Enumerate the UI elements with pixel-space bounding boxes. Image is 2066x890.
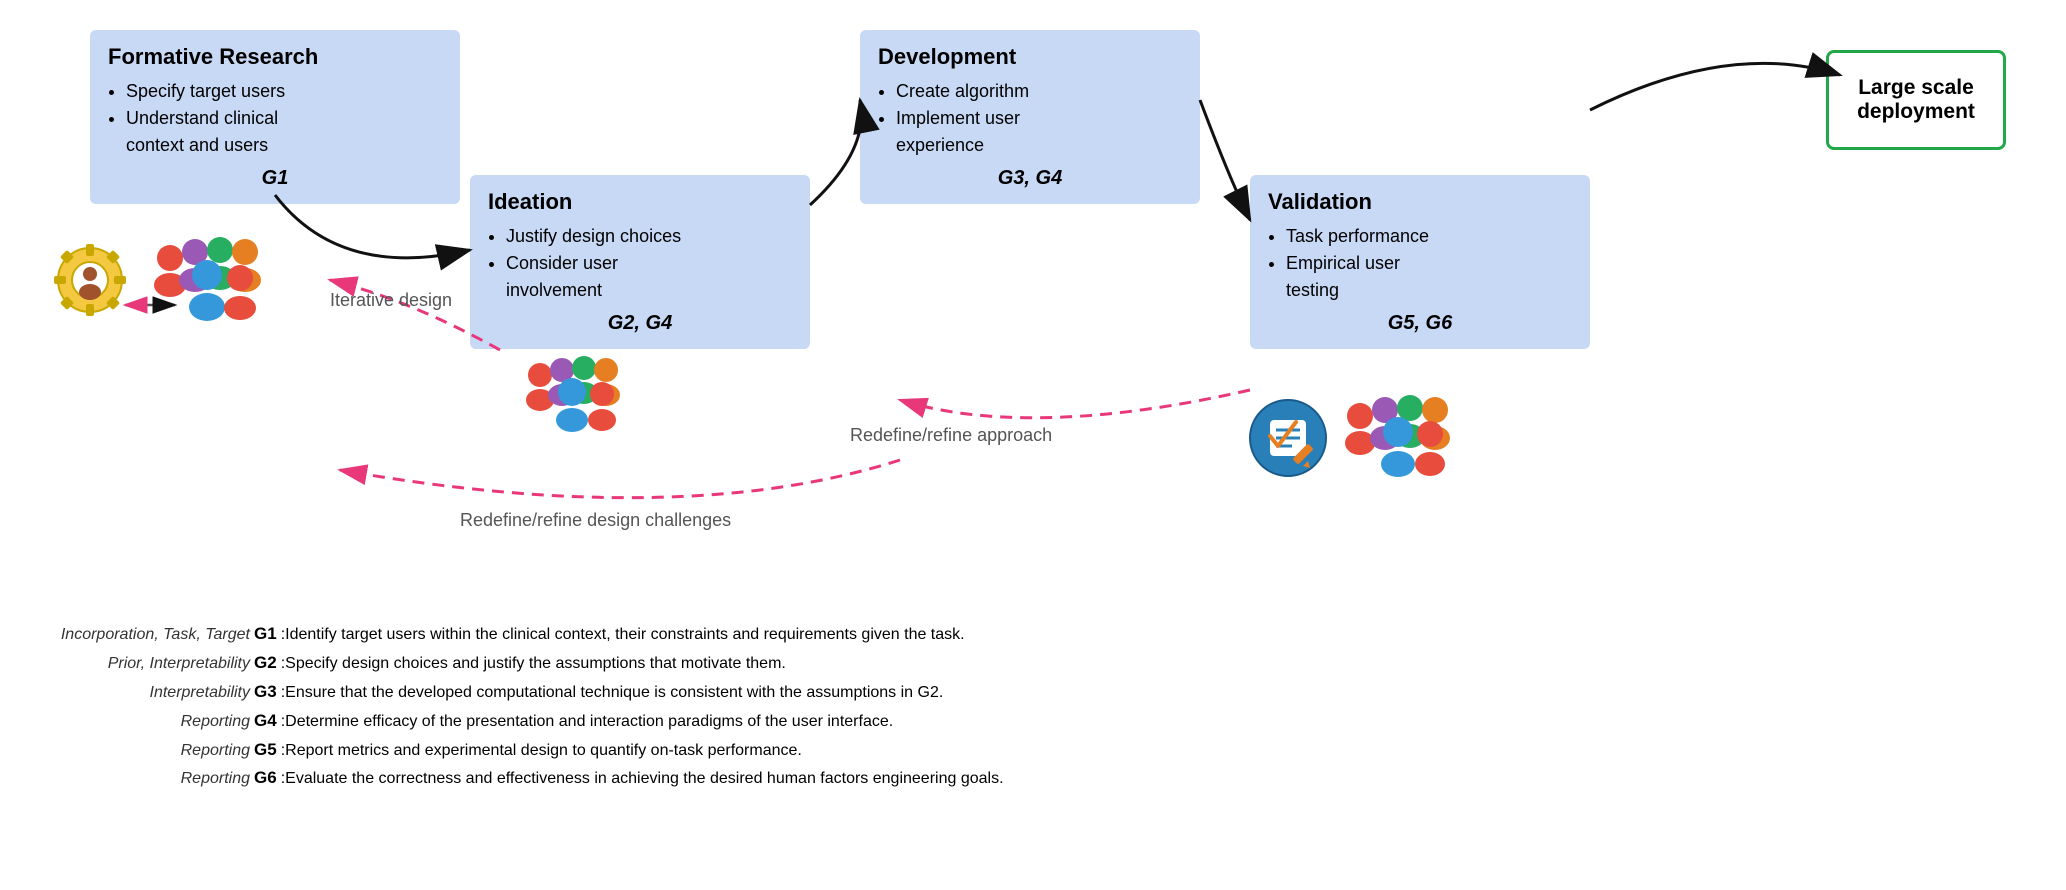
ideation-bullets: Justify design choices Consider userinvo… [488,223,792,304]
legend-text-g5: Report metrics and experimental design t… [285,737,802,764]
formative-bullet-1: Specify target users [126,78,442,105]
legend-bold-g2: G2 [254,649,277,678]
formative-research-box: Formative Research Specify target users … [90,30,460,204]
ideation-title: Ideation [488,189,792,215]
redefine-approach-label: Redefine/refine approach [850,425,1052,446]
validation-title: Validation [1268,189,1572,215]
footer-legend: Incorporation, Task, Target G1: Identify… [30,620,2036,793]
users-left-icon [145,230,275,335]
iterative-design-label: Iterative design [330,290,452,311]
legend-italic-g5: Reporting [40,737,250,764]
legend-text-g1: Identify target users within the clinica… [285,621,964,648]
diagram-area: Formative Research Specify target users … [30,20,2036,610]
legend-text-g3: Ensure that the developed computational … [285,679,943,706]
legend-bold-g6: G6 [254,764,277,793]
main-container: Formative Research Specify target users … [0,0,2066,890]
development-title: Development [878,44,1182,70]
formative-goals: G1 [108,167,442,190]
legend-text-g2: Specify design choices and justify the a… [285,650,786,677]
validation-bullet-2: Empirical usertesting [1286,250,1572,304]
legend-row-g4: Reporting G4: Determine efficacy of the … [40,707,2026,736]
legend-row-g3: Interpretability G3: Ensure that the dev… [40,678,2026,707]
checklist-icon [1248,398,1328,483]
ideation-box: Ideation Justify design choices Consider… [470,175,810,349]
users-right-icon [1340,388,1470,493]
formative-bullet-2: Understand clinicalcontext and users [126,105,442,159]
legend-bold-g3: G3 [254,678,277,707]
legend-text-g4: Determine efficacy of the presentation a… [285,708,893,735]
legend-row-g2: Prior, Interpretability G2: Specify desi… [40,649,2026,678]
validation-box: Validation Task performance Empirical us… [1250,175,1590,349]
ideation-goals: G2, G4 [488,312,792,335]
deployment-box: Large scale deployment [1826,50,2006,150]
ideation-bullet-1: Justify design choices [506,223,792,250]
legend-row-g5: Reporting G5: Report metrics and experim… [40,736,2026,765]
legend-text-g6: Evaluate the correctness and effectivene… [285,765,1003,792]
legend-bold-g4: G4 [254,707,277,736]
deployment-title: Large scale deployment [1829,76,2003,124]
legend-bold-g1: G1 [254,620,277,649]
development-bullet-1: Create algorithm [896,78,1182,105]
development-bullet-2: Implement userexperience [896,105,1182,159]
formative-bullets: Specify target users Understand clinical… [108,78,442,159]
legend-row-g6: Reporting G6: Evaluate the correctness a… [40,764,2026,793]
legend-italic-g3: Interpretability [40,679,250,706]
legend-bold-g5: G5 [254,736,277,765]
users-mid-icon [520,350,630,445]
validation-goals: G5, G6 [1268,312,1572,335]
legend-italic-g2: Prior, Interpretability [40,650,250,677]
gear-icon [50,240,130,335]
development-bullets: Create algorithm Implement userexperienc… [878,78,1182,159]
development-box: Development Create algorithm Implement u… [860,30,1200,204]
redefine-challenges-label: Redefine/refine design challenges [460,510,731,531]
formative-title: Formative Research [108,44,442,70]
development-goals: G3, G4 [878,167,1182,190]
ideation-bullet-2: Consider userinvolvement [506,250,792,304]
validation-bullets: Task performance Empirical usertesting [1268,223,1572,304]
validation-bullet-1: Task performance [1286,223,1572,250]
legend-italic-g4: Reporting [40,708,250,735]
legend-italic-g6: Reporting [40,765,250,792]
legend-row-g1: Incorporation, Task, Target G1: Identify… [40,620,2026,649]
legend-italic-g1: Incorporation, Task, Target [40,621,250,648]
